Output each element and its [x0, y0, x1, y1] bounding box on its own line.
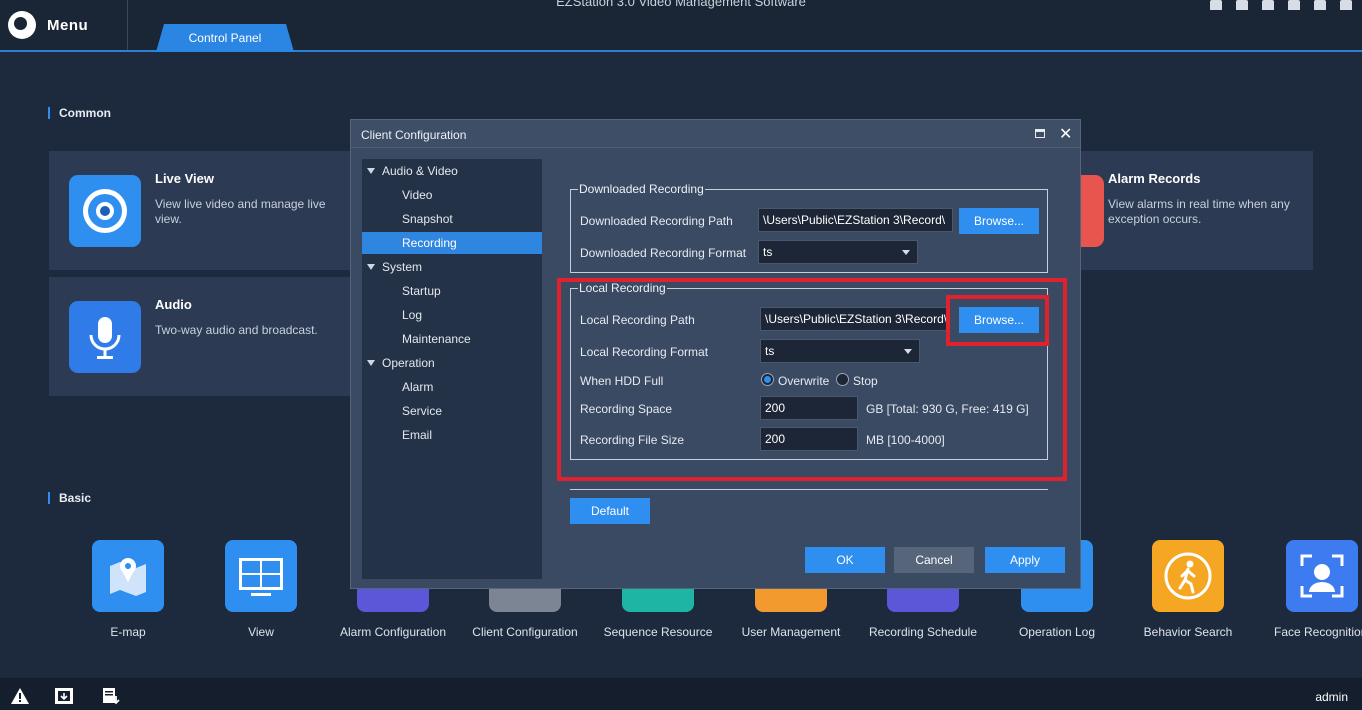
menu-label: Menu	[47, 16, 89, 34]
tree-label: Service	[402, 404, 443, 418]
tab-control-panel[interactable]: Control Panel	[156, 24, 294, 52]
dialog-title-bar: Client Configuration ✕	[351, 120, 1080, 148]
caret-icon	[367, 264, 375, 270]
tree-label: Recording	[402, 236, 457, 250]
basic-label: Sequence Resource	[603, 625, 713, 639]
tree-item-email[interactable]: Email	[362, 424, 542, 446]
tree-label: System	[382, 260, 423, 274]
current-user[interactable]: admin	[1315, 690, 1348, 704]
tree-item-service[interactable]: Service	[362, 400, 542, 422]
basic-label: User Management	[741, 625, 841, 639]
help-icon[interactable]	[1262, 0, 1274, 10]
record-icon[interactable]	[1210, 0, 1222, 10]
tree-group-operation[interactable]: Operation	[362, 352, 542, 374]
basic-item-face-recognition[interactable]: Face Recognition	[1256, 540, 1362, 650]
basic-label: Alarm Configuration	[339, 625, 447, 639]
card-description: View alarms in real time when any except…	[1108, 197, 1290, 226]
tree-label: Audio & Video	[382, 164, 458, 178]
group-legend: Downloaded Recording	[578, 182, 705, 196]
microphone-icon	[69, 301, 141, 373]
card-title: Live View	[155, 171, 215, 186]
title-bar: Menu EZStation 3.0 Video Management Soft…	[0, 0, 1362, 52]
app-logo-icon	[8, 11, 36, 39]
basic-item-e-map[interactable]: E-map	[62, 540, 194, 650]
section-basic: Basic	[48, 492, 91, 504]
camera-icon	[69, 175, 141, 247]
close-icon[interactable]	[1340, 0, 1352, 10]
app-title: EZStation 3.0 Video Management Software	[556, 0, 806, 9]
tree-item-snapshot[interactable]: Snapshot	[362, 208, 542, 230]
card-description: View live video and manage live view.	[155, 197, 326, 226]
basic-label: Operation Log	[1018, 625, 1096, 639]
tree-group-audio-video[interactable]: Audio & Video	[362, 160, 542, 182]
maximize-icon[interactable]	[1035, 129, 1045, 138]
tree-label: Video	[402, 188, 433, 202]
tree-item-maintenance[interactable]: Maintenance	[362, 328, 542, 350]
tree-item-log[interactable]: Log	[362, 304, 542, 326]
tree-item-video[interactable]: Video	[362, 184, 542, 206]
card-description: Two-way audio and broadcast.	[155, 323, 318, 337]
map-icon	[92, 540, 164, 612]
lock-icon[interactable]	[1236, 0, 1248, 10]
downloaded-format-label: Downloaded Recording Format	[580, 246, 747, 260]
basic-item-view[interactable]: View	[195, 540, 327, 650]
section-common: Common	[48, 107, 111, 119]
apply-button[interactable]: Apply	[985, 547, 1065, 573]
behavior-search-icon	[1152, 540, 1224, 612]
caret-icon	[367, 360, 375, 366]
minimize-icon[interactable]	[1288, 0, 1300, 10]
tree-item-alarm[interactable]: Alarm	[362, 376, 542, 398]
downloaded-recording-group: Downloaded Recording Downloaded Recordin…	[570, 182, 1048, 273]
basic-label: Recording Schedule	[868, 625, 978, 639]
dialog-title: Client Configuration	[361, 128, 467, 142]
basic-label: Behavior Search	[1143, 625, 1233, 639]
tree-label: Snapshot	[402, 212, 453, 226]
view-grid-icon	[225, 540, 297, 612]
card-title: Alarm Records	[1108, 171, 1201, 186]
tree-item-recording[interactable]: Recording	[362, 232, 542, 254]
default-button[interactable]: Default	[570, 498, 650, 524]
downloaded-browse-button[interactable]: Browse...	[959, 208, 1039, 234]
status-bar: admin	[0, 678, 1362, 710]
highlight-browse-button	[946, 295, 1049, 346]
divider	[570, 489, 1048, 490]
close-icon[interactable]: ✕	[1059, 124, 1072, 144]
downloaded-path-label: Downloaded Recording Path	[580, 214, 733, 228]
basic-label: View	[248, 625, 274, 639]
caret-icon	[367, 168, 375, 174]
card-audio[interactable]: Audio Two-way audio and broadcast.	[49, 277, 369, 396]
video-download-icon[interactable]	[54, 687, 74, 705]
download-list-icon[interactable]	[101, 687, 121, 705]
tree-label: Log	[402, 308, 423, 322]
warning-icon[interactable]	[10, 687, 30, 705]
window-controls	[1210, 0, 1352, 10]
downloaded-format-select[interactable]: ts	[758, 240, 918, 264]
basic-label: E-map	[110, 625, 146, 639]
tree-label: Startup	[402, 284, 441, 298]
tree-label: Alarm	[402, 380, 434, 394]
downloaded-path-field[interactable]: \Users\Public\EZStation 3\Record\	[758, 208, 953, 232]
card-live-view[interactable]: Live View View live video and manage liv…	[49, 151, 369, 270]
settings-tree: Audio & Video Video Snapshot Recording S…	[362, 159, 542, 579]
card-title: Audio	[155, 297, 192, 312]
basic-label: Client Configuration	[472, 625, 578, 639]
tree-label: Operation	[382, 356, 435, 370]
tree-group-system[interactable]: System	[362, 256, 542, 278]
tree-item-startup[interactable]: Startup	[362, 280, 542, 302]
basic-label: Face Recognition	[1274, 625, 1362, 639]
basic-item-behavior-search[interactable]: Behavior Search	[1122, 540, 1254, 650]
ok-button[interactable]: OK	[805, 547, 885, 573]
tree-label: Email	[402, 428, 433, 442]
face-recognition-icon	[1286, 540, 1358, 612]
tree-label: Maintenance	[402, 332, 471, 346]
cancel-button[interactable]: Cancel	[894, 547, 974, 573]
maximize-icon[interactable]	[1314, 0, 1326, 10]
